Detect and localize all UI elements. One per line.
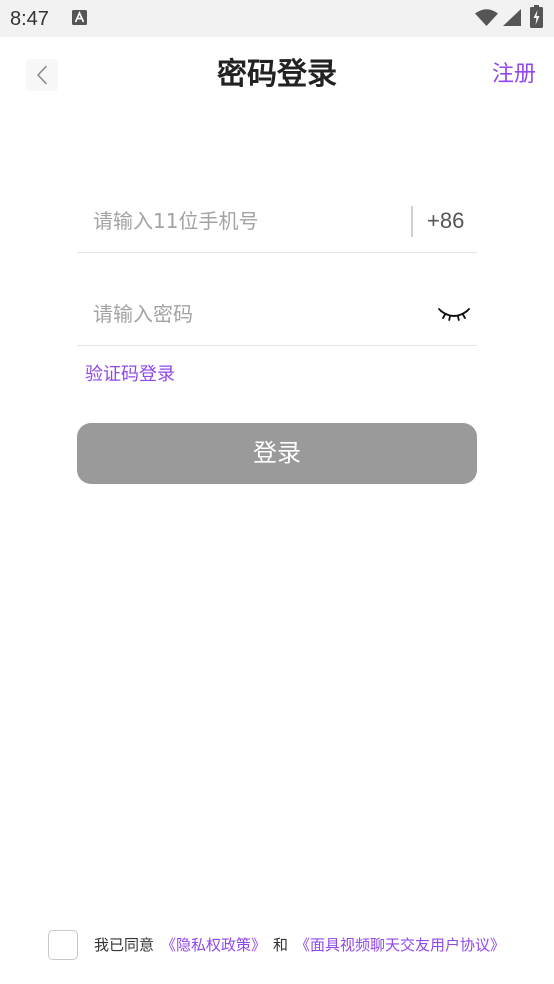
password-field-underline <box>77 345 477 346</box>
page-title: 密码登录 <box>217 57 337 92</box>
agreement-text: 我已同意 《隐私权政策》和《面具视频聊天交友用户协议》 <box>94 935 505 955</box>
status-bar: 8:47 <box>0 0 554 37</box>
app-notification-icon <box>72 10 87 25</box>
country-code-selector[interactable]: +86 <box>427 206 464 236</box>
status-time: 8:47 <box>10 8 49 30</box>
eye-closed-icon <box>438 308 470 321</box>
agreement-prefix: 我已同意 <box>94 936 155 954</box>
cell-signal-icon <box>503 9 521 26</box>
password-input[interactable] <box>77 292 427 336</box>
register-link[interactable]: 注册 <box>492 61 536 89</box>
agreement-checkbox[interactable] <box>48 930 78 960</box>
phone-field-underline <box>77 252 477 253</box>
login-button[interactable]: 登录 <box>77 423 477 484</box>
sms-code-login-link[interactable]: 验证码登录 <box>85 363 175 387</box>
password-visibility-toggle[interactable] <box>438 304 470 326</box>
phone-divider <box>411 206 413 237</box>
login-screen: 8:47 密码登录 注册 +86 <box>0 0 554 984</box>
privacy-policy-link[interactable]: 《隐私权政策》 <box>161 935 266 955</box>
phone-input[interactable] <box>77 199 403 243</box>
user-agreement-link[interactable]: 《面具视频聊天交友用户协议》 <box>295 935 505 955</box>
battery-charging-icon <box>530 5 543 28</box>
wifi-icon <box>475 9 498 26</box>
agreement-conjunction: 和 <box>273 936 289 954</box>
